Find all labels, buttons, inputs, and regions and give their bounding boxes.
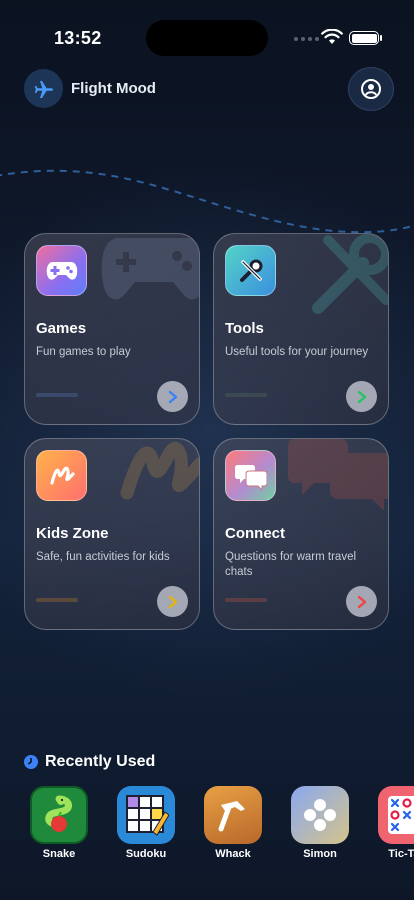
hammer-icon: [204, 786, 262, 844]
app-label: Tic-Tac: [388, 848, 414, 860]
gamepad-icon: [36, 245, 87, 296]
gamepad-background-icon: [101, 238, 199, 300]
card-accent-bar: [36, 598, 78, 602]
status-time: 13:52: [54, 28, 102, 48]
tools-background-icon: [312, 234, 388, 314]
card-title: Tools: [225, 320, 264, 337]
user-icon: [361, 79, 381, 99]
card-subtitle: Useful tools for your journey: [225, 346, 369, 358]
chevron-right-icon: [168, 595, 177, 608]
app-label: Snake: [42, 848, 76, 860]
airplane-icon: [24, 69, 63, 108]
app-label: Sudoku: [125, 848, 167, 860]
card-subtitle: Questions for warm travel chats: [225, 551, 357, 578]
card-accent-bar: [225, 598, 267, 602]
app-header: Flight Mood: [24, 67, 394, 111]
card-title: Connect: [225, 525, 285, 542]
recent-app-snake[interactable]: Snake: [30, 786, 88, 862]
battery-icon: [349, 31, 379, 45]
profile-button[interactable]: [348, 67, 394, 111]
card-accent-bar: [225, 393, 267, 397]
wifi-icon: [321, 29, 343, 44]
recent-app-simon[interactable]: Simon: [291, 786, 349, 862]
card-arrow-button[interactable]: [157, 586, 188, 617]
card-tools[interactable]: Tools Useful tools for your journey: [213, 233, 389, 425]
card-games[interactable]: Games Fun games to play: [24, 233, 200, 425]
card-arrow-button[interactable]: [346, 586, 377, 617]
cellular-signal-icon: [294, 37, 319, 41]
card-accent-bar: [36, 393, 78, 397]
recently-used-list: Snake Sudoku Whack Simon Tic-T: [30, 786, 414, 866]
chevron-right-icon: [357, 595, 366, 608]
app-label: Whack: [215, 848, 251, 860]
card-title: Kids Zone: [36, 525, 109, 542]
sudoku-grid-icon: [117, 786, 175, 844]
app-title: Flight Mood: [71, 80, 156, 97]
chevron-right-icon: [357, 390, 366, 403]
clock-icon: [24, 755, 38, 769]
recent-app-whack[interactable]: Whack: [204, 786, 262, 862]
tools-icon: [225, 245, 276, 296]
card-subtitle: Fun games to play: [36, 346, 131, 358]
chat-bubbles-icon: [225, 450, 276, 501]
chat-bubbles-background-icon: [288, 439, 388, 511]
scribble-icon: [36, 450, 87, 501]
tic-tac-toe-icon: [378, 786, 414, 844]
recent-app-sudoku[interactable]: Sudoku: [117, 786, 175, 862]
dynamic-island: [146, 20, 268, 56]
simon-dots-icon: [291, 786, 349, 844]
card-arrow-button[interactable]: [346, 381, 377, 412]
card-arrow-button[interactable]: [157, 381, 188, 412]
card-connect[interactable]: Connect Questions for warm travel chats: [213, 438, 389, 630]
card-subtitle: Safe, fun activities for kids: [36, 551, 170, 563]
recently-used-header: Recently Used: [24, 752, 155, 772]
chevron-right-icon: [168, 390, 177, 403]
status-bar: 13:52: [0, 0, 414, 60]
card-kids-zone[interactable]: Kids Zone Safe, fun activities for kids: [24, 438, 200, 630]
recent-app-tic-tac[interactable]: Tic-Tac: [378, 786, 414, 862]
card-title: Games: [36, 320, 87, 337]
snake-icon: [30, 786, 88, 844]
app-label: Simon: [303, 848, 337, 860]
recently-used-title: Recently Used: [45, 753, 156, 770]
scribble-background-icon: [120, 442, 199, 500]
